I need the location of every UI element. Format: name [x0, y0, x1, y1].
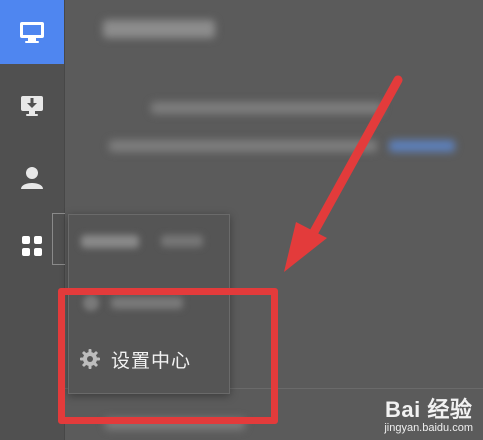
watermark-url: jingyan.baidu.com [384, 422, 473, 434]
popup-item-blurred-1[interactable] [69, 221, 229, 261]
sidebar-item-downloads[interactable] [0, 74, 64, 138]
blurred-popup-badge-1 [161, 235, 203, 247]
baidu-jingyan-watermark: Bai 经验 jingyan.baidu.com [384, 392, 473, 434]
blurred-text-line-1 [151, 102, 383, 114]
blurred-popup-label-1 [81, 235, 139, 248]
monitor-download-icon [21, 96, 43, 116]
menu-connector [52, 213, 65, 265]
desktop-icon [20, 22, 44, 43]
annotation-highlight-box [58, 288, 278, 424]
sidebar-item-account[interactable] [0, 146, 64, 210]
watermark-brand: Bai 经验 [384, 397, 473, 422]
blurred-text-line-2 [109, 140, 377, 152]
blurred-link [389, 140, 455, 152]
user-icon [21, 167, 43, 189]
sidebar-item-desktop[interactable] [0, 0, 64, 64]
apps-grid-icon [22, 236, 42, 256]
blurred-header [103, 20, 215, 38]
